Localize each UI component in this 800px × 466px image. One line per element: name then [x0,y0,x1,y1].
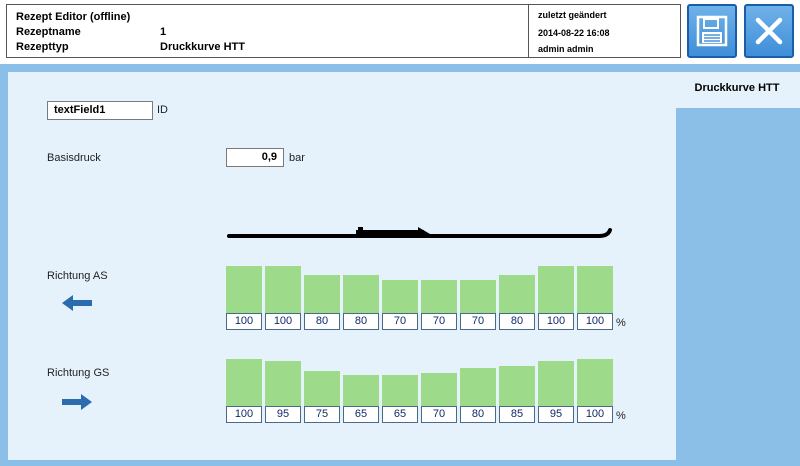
recipe-name-label: Rezeptname [16,26,81,38]
tab-strip [676,72,800,466]
basisdruck-label: Basisdruck [47,152,101,164]
recipe-type-label: Rezepttyp [16,41,69,53]
richtung-as-unit: % [616,317,626,329]
richtung-as-value-input[interactable]: 80 [343,313,379,330]
arrow-right-icon [62,394,92,410]
richtung-gs-value-input[interactable]: 95 [265,406,301,423]
richtung-gs-bar [343,375,379,406]
close-button[interactable] [744,4,794,58]
richtung-gs-bar [577,359,613,406]
richtung-as-label: Richtung AS [47,270,108,282]
recipe-type-value: Druckkurve HTT [160,41,245,53]
id-label: ID [157,104,168,116]
richtung-as-bar [421,280,457,313]
richtung-gs-bar [265,361,301,406]
richtung-gs-value-input[interactable]: 95 [538,406,574,423]
richtung-as-value-input[interactable]: 80 [304,313,340,330]
richtung-gs-value-input[interactable]: 85 [499,406,535,423]
basisdruck-input[interactable]: 0,9 [226,148,284,167]
basisdruck-unit: bar [289,152,305,164]
richtung-as-bar [499,275,535,313]
richtung-gs-value-input[interactable]: 70 [421,406,457,423]
richtung-gs-bar [421,373,457,406]
richtung-as-value-input[interactable]: 80 [499,313,535,330]
richtung-as-value-input[interactable]: 70 [421,313,457,330]
richtung-as-bar [460,280,496,313]
richtung-gs-value-input[interactable]: 75 [304,406,340,423]
richtung-as-bar [265,266,301,313]
richtung-gs-value-input[interactable]: 65 [382,406,418,423]
richtung-as-value-input[interactable]: 100 [577,313,613,330]
richtung-gs-bar [499,366,535,406]
tab-druckkurve-label: Druckkurve HTT [694,82,780,94]
app-title: Rezept Editor (offline) [16,11,131,23]
richtung-gs-value-input[interactable]: 100 [226,406,262,423]
arrow-left-icon [62,295,92,311]
richtung-as-value-input[interactable]: 100 [265,313,301,330]
floppy-disk-icon [696,15,728,47]
richtung-gs-unit: % [616,410,626,422]
richtung-as-bar [304,275,340,313]
editor-panel [8,72,676,460]
richtung-gs-bar [382,375,418,406]
richtung-as-bar [382,280,418,313]
richtung-gs-value-input[interactable]: 65 [343,406,379,423]
header-divider [528,4,529,58]
save-button[interactable] [687,4,737,58]
richtung-gs-value-input[interactable]: 100 [577,406,613,423]
richtung-as-bar [577,266,613,313]
recipe-name-value: 1 [160,26,167,38]
richtung-gs-bar [304,371,340,406]
last-changed-date: 2014-08-22 16:08 [538,28,610,38]
richtung-gs-bar [226,359,262,406]
richtung-as-value-input[interactable]: 100 [538,313,574,330]
id-input[interactable]: textField1 [47,101,153,120]
last-changed-user: admin admin [538,44,594,54]
richtung-as-bar [343,275,379,313]
richtung-as-value-input[interactable]: 70 [382,313,418,330]
richtung-gs-bar [460,368,496,406]
richtung-as-value-input[interactable]: 100 [226,313,262,330]
richtung-as-bar [538,266,574,313]
press-profile-icon [227,227,612,238]
last-changed-label: zuletzt geändert [538,10,607,20]
richtung-as-value-input[interactable]: 70 [460,313,496,330]
richtung-gs-value-input[interactable]: 80 [460,406,496,423]
richtung-as-bar [226,266,262,313]
close-x-icon [755,17,783,45]
richtung-gs-label: Richtung GS [47,367,110,379]
richtung-gs-bar [538,361,574,406]
